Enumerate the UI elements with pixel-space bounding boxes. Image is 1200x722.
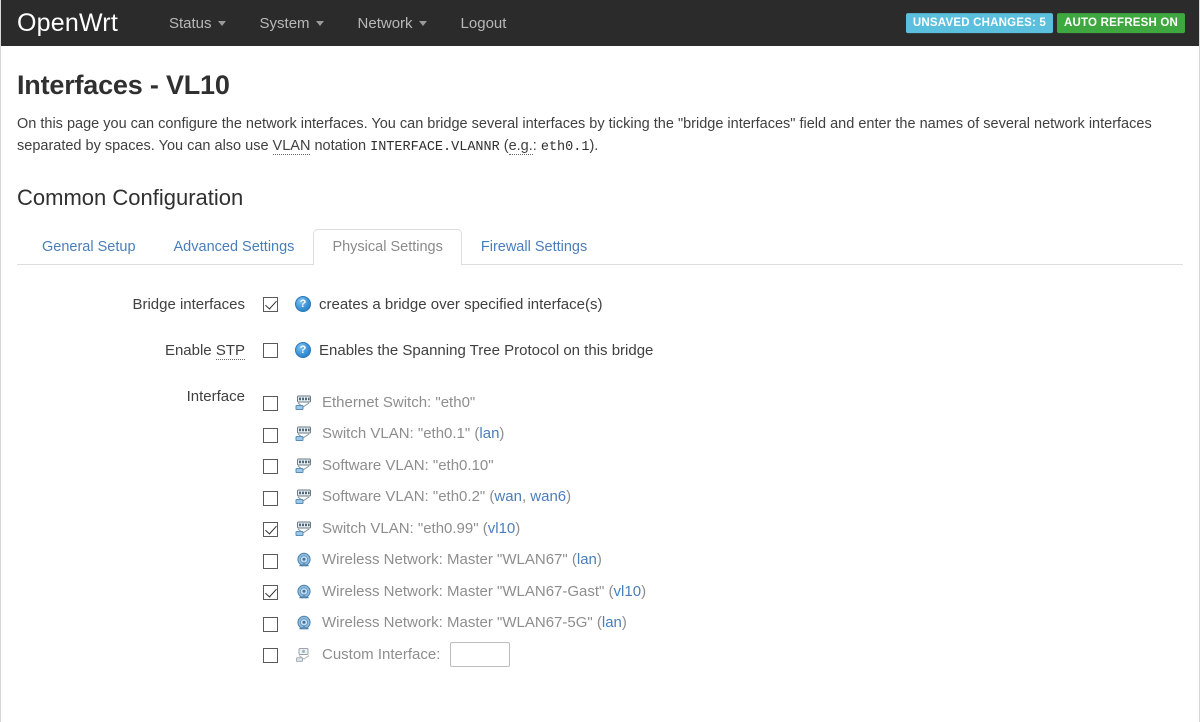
navbar-status-badges: UNSAVED CHANGES: 5 AUTO REFRESH ON: [905, 13, 1185, 33]
interface-label: Interface: [186, 387, 245, 405]
desc-text-2: notation: [310, 138, 371, 155]
nav-menu: Status System Network Logout: [152, 9, 523, 38]
nav-item-status[interactable]: Status: [152, 9, 243, 38]
interface-option-checkbox[interactable]: [263, 427, 278, 443]
interface-option-checkbox[interactable]: [263, 490, 278, 506]
tab-advanced-settings[interactable]: Advanced Settings: [155, 229, 314, 265]
interface-option-row: Switch VLAN: "eth0.1" (lan): [263, 418, 646, 450]
network-link[interactable]: lan: [602, 614, 622, 631]
settings-tabs: General Setup Advanced Settings Physical…: [17, 227, 1183, 266]
brand-logo[interactable]: OpenWrt: [17, 9, 118, 38]
tab-physical-settings[interactable]: Physical Settings: [313, 229, 462, 266]
ethernet-switch-icon: [295, 426, 313, 442]
interface-option-checkbox[interactable]: [263, 585, 278, 601]
nav-item-system-label: System: [259, 14, 310, 32]
wireless-icon: [295, 584, 313, 600]
interface-option-row: Switch VLAN: "eth0.99" (vl10): [263, 513, 646, 545]
ethernet-switch-icon: [295, 395, 313, 411]
interface-option-checkbox[interactable]: [263, 522, 278, 538]
wireless-icon: [295, 552, 313, 568]
interface-vlannr-code: INTERFACE.VLANNR: [370, 140, 500, 156]
ethernet-switch-icon: [295, 521, 313, 537]
nav-item-status-label: Status: [168, 14, 212, 32]
interface-option-label: Wireless Network: Master "WLAN67-5G" (la…: [322, 614, 627, 632]
row-interface-list: Interface Ethernet Switch: "eth0" Switch…: [17, 387, 1183, 671]
help-question-icon[interactable]: ?: [295, 342, 311, 359]
unsaved-changes-badge[interactable]: UNSAVED CHANGES: 5: [905, 13, 1054, 33]
enable-stp-field: ? Enables the Spanning Tree Protocol on …: [263, 341, 653, 361]
main-content: Interfaces - VL10 On this page you can c…: [1, 46, 1199, 670]
chevron-down-icon: [418, 20, 427, 26]
ethernet-switch-icon: [295, 489, 313, 505]
network-link[interactable]: wan: [494, 488, 522, 505]
desc-text-3: (: [499, 138, 509, 155]
interface-option-label: Wireless Network: Master "WLAN67" (lan): [322, 551, 602, 569]
interface-option-row: Software VLAN: "eth0.2" (wan, wan6): [263, 481, 646, 513]
custom-interface-input[interactable]: [450, 642, 511, 668]
interface-option-row: Ethernet Switch: "eth0": [263, 387, 646, 419]
network-link[interactable]: lan: [577, 551, 597, 568]
interface-option-row: Software VLAN: "eth0.10": [263, 450, 646, 482]
interface-option-checkbox[interactable]: [263, 616, 278, 632]
stp-abbr: STP: [215, 342, 245, 361]
interface-option-label: Software VLAN: "eth0.2" (wan, wan6): [322, 488, 572, 506]
nav-item-network-label: Network: [357, 14, 413, 32]
custom-interface-checkbox[interactable]: [263, 648, 278, 664]
page-title: Interfaces - VL10: [17, 70, 230, 100]
eth0-1-code: eth0.1: [540, 140, 590, 156]
custom-interface-icon: [295, 647, 313, 663]
tab-general-setup[interactable]: General Setup: [23, 229, 155, 265]
interface-option-checkbox[interactable]: [263, 553, 278, 569]
chevron-down-icon: [217, 20, 226, 26]
eg-abbr: e.g.: [508, 138, 533, 156]
enable-stp-description: Enables the Spanning Tree Protocol on th…: [319, 342, 654, 360]
row-bridge-interfaces: Bridge interfaces ? creates a bridge ove…: [17, 295, 1183, 315]
desc-text-4: :: [532, 138, 541, 155]
interface-option-checkbox[interactable]: [263, 459, 278, 475]
row-enable-stp: Enable STP ? Enables the Spanning Tree P…: [17, 341, 1183, 361]
enable-stp-label: Enable STP: [17, 341, 263, 361]
nav-item-network[interactable]: Network: [341, 9, 444, 38]
bridge-interfaces-label: Bridge interfaces: [132, 296, 245, 314]
desc-text-5: ).: [589, 138, 599, 155]
nav-item-logout-label: Logout: [460, 14, 507, 32]
tab-firewall-settings[interactable]: Firewall Settings: [462, 229, 606, 265]
bridge-interfaces-description: creates a bridge over specified interfac…: [319, 296, 603, 314]
nav-item-logout[interactable]: Logout: [444, 9, 524, 38]
interface-option-label: Ethernet Switch: "eth0": [322, 393, 476, 411]
section-title: Common Configuration: [17, 185, 244, 211]
network-link[interactable]: vl10: [614, 583, 642, 600]
vlan-abbr: VLAN: [272, 138, 311, 156]
network-link[interactable]: wan6: [530, 488, 566, 505]
interface-option-checkbox[interactable]: [263, 396, 278, 412]
top-navbar: OpenWrt Status System Network Logout UNS…: [1, 0, 1199, 46]
interface-option-row: Wireless Network: Master "WLAN67" (lan): [263, 544, 646, 576]
wireless-icon: [295, 615, 313, 631]
network-link[interactable]: lan: [479, 425, 499, 442]
bridge-interfaces-field: ? creates a bridge over specified interf…: [263, 295, 602, 315]
page-description: On this page you can configure the netwo…: [17, 113, 1177, 159]
custom-interface-row: Custom Interface:: [263, 639, 646, 671]
help-question-icon[interactable]: ?: [295, 296, 311, 313]
interface-option-label: Wireless Network: Master "WLAN67-Gast" (…: [322, 582, 647, 600]
interface-option-row: Wireless Network: Master "WLAN67-Gast" (…: [263, 576, 646, 608]
bridge-interfaces-checkbox[interactable]: [263, 297, 278, 313]
enable-stp-label-prefix: Enable: [164, 342, 216, 360]
openwrt-page: OpenWrt Status System Network Logout UNS…: [0, 0, 1200, 722]
nav-item-system[interactable]: System: [243, 9, 341, 38]
interface-option-label: Software VLAN: "eth0.10": [322, 456, 494, 474]
chevron-down-icon: [315, 20, 324, 26]
interface-option-label: Switch VLAN: "eth0.99" (vl10): [322, 519, 521, 537]
interface-options-list: Ethernet Switch: "eth0" Switch VLAN: "et…: [263, 387, 646, 671]
interface-option-label: Switch VLAN: "eth0.1" (lan): [322, 425, 505, 443]
ethernet-switch-icon: [295, 458, 313, 474]
custom-interface-label: Custom Interface:: [322, 645, 441, 663]
auto-refresh-badge[interactable]: AUTO REFRESH ON: [1057, 13, 1185, 33]
interface-option-row: Wireless Network: Master "WLAN67-5G" (la…: [263, 607, 646, 639]
enable-stp-checkbox[interactable]: [263, 343, 278, 359]
network-link[interactable]: vl10: [488, 520, 516, 537]
